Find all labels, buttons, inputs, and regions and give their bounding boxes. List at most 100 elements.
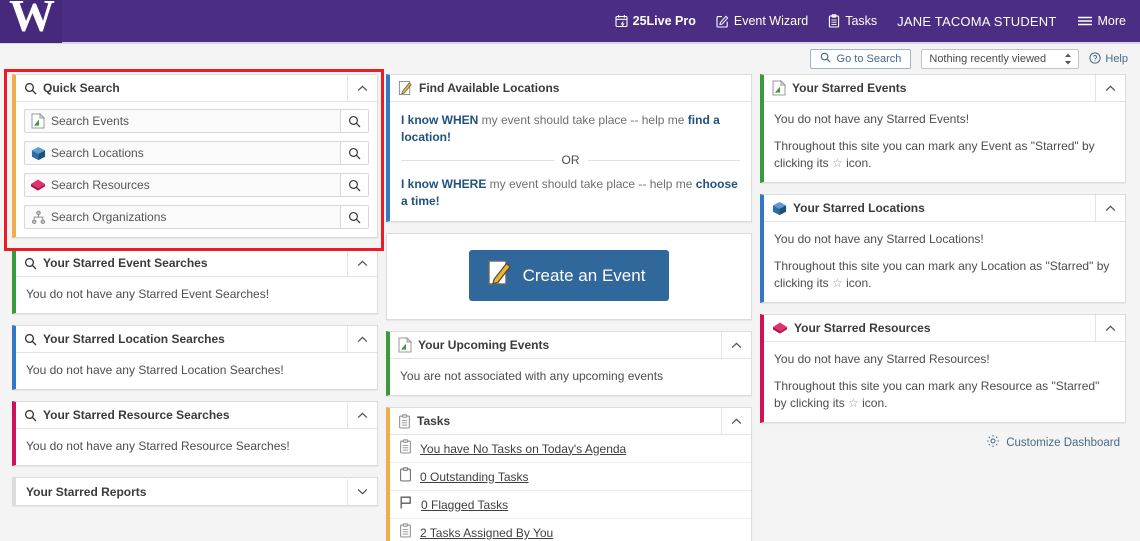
starred-events-header: Your Starred Events [764,75,1125,102]
starred-reports-expand-toggle[interactable] [347,479,377,505]
panel-title: Tasks [417,414,450,428]
search-locations-row[interactable]: Search Locations [24,141,369,165]
starred-hint-text-a: Throughout this site you can mark any Re… [774,379,1099,410]
task-row[interactable]: 0 Flagged Tasks [390,491,751,519]
event-page-icon [25,110,51,132]
empty-message: You do not have any Starred Resource Sea… [26,438,367,455]
nav-item-event-wizard[interactable]: Event Wizard [716,14,808,28]
panel-body: You do not have any Starred Events! Thro… [764,102,1125,182]
starred-hint-text-b: icon. [843,276,872,290]
task-link[interactable]: 2 Tasks Assigned By You [420,526,553,540]
collapse-toggle[interactable] [347,402,377,428]
create-event-button[interactable]: Create an Event [469,250,670,301]
task-link[interactable]: You have No Tasks on Today's Agenda [420,442,626,456]
panel-body: You do not have any Starred Location Sea… [16,353,377,389]
clipboard-list-icon [399,439,412,459]
magnifier-icon [24,409,37,422]
task-row[interactable]: You have No Tasks on Today's Agenda [390,435,751,463]
nav-item-25live-pro[interactable]: 25Live Pro [615,14,696,28]
starred-resource-searches-header: Your Starred Resource Searches [16,402,377,429]
find-locations-header: Find Available Locations [390,75,751,102]
task-row[interactable]: 0 Outstanding Tasks [390,463,751,491]
search-locations-button[interactable] [340,142,368,164]
starred-hint: Throughout this site you can mark any Ev… [774,138,1115,172]
recently-viewed-value: Nothing recently viewed [929,53,1046,65]
starred-hint-text-b: icon. [843,156,872,170]
uw-w-logo[interactable]: W [0,0,62,43]
starred-resource-searches-panel: Your Starred Resource Searches You do no… [12,401,378,466]
customize-dashboard-link[interactable]: Customize Dashboard [760,434,1126,451]
star-icon: ☆ [832,156,843,170]
starred-resources-header: Your Starred Resources [764,315,1125,342]
star-icon: ☆ [848,396,859,410]
customize-dashboard-label: Customize Dashboard [1006,437,1120,449]
search-events-button[interactable] [340,110,368,132]
nav-item-more[interactable]: More [1077,14,1126,28]
resource-diamond-icon [772,321,788,335]
empty-message: You do not have any Starred Location Sea… [26,362,367,379]
collapse-toggle[interactable] [721,332,751,358]
top-navigation: 25Live Pro Event Wizard T [615,0,1140,43]
where-lead: I know WHERE [401,177,486,191]
collapse-toggle[interactable] [1095,195,1125,221]
collapse-toggle[interactable] [347,326,377,352]
find-available-locations-panel: Find Available Locations I know WHEN my … [386,74,752,222]
search-locations-input[interactable]: Search Locations [51,142,340,164]
search-resources-button[interactable] [340,174,368,196]
help-link[interactable]: Help [1089,52,1128,67]
search-organizations-input[interactable]: Search Organizations [51,206,340,228]
collapse-toggle[interactable] [1095,75,1125,101]
search-organizations-button[interactable] [340,206,368,228]
location-cube-icon [772,201,787,216]
go-to-search-button[interactable]: Go to Search [810,49,912,69]
quick-search-header: Quick Search [16,75,377,102]
nav-item-user[interactable]: JANE TACOMA STUDENT [897,14,1056,29]
panel-title: Your Starred Resource Searches [43,408,230,422]
starred-events-panel: Your Starred Events You do not have any … [760,74,1126,183]
panel-body: You do not have any Starred Resource Sea… [16,429,377,465]
quick-search-collapse-toggle[interactable] [347,75,377,101]
panel-body: You do not have any Starred Resources! T… [764,342,1125,422]
upcoming-events-header: Your Upcoming Events [390,332,751,359]
where-mid: my event should take place -- help me [486,177,695,191]
empty-message: You do not have any Starred Event Search… [26,286,367,303]
find-location-where-row[interactable]: I know WHERE my event should take place … [401,176,740,210]
starred-hint: Throughout this site you can mark any Re… [774,378,1115,412]
panel-title: Your Starred Event Searches [43,256,208,270]
starred-resources-panel: Your Starred Resources You do not have a… [760,314,1126,423]
starred-locations-header: Your Starred Locations [764,195,1125,222]
upcoming-events-panel: Your Upcoming Events You are not associa… [386,331,752,396]
collapse-toggle[interactable] [347,250,377,276]
quick-search-title: Quick Search [43,81,120,95]
search-organizations-row[interactable]: Search Organizations [24,205,369,229]
find-location-when-row[interactable]: I know WHEN my event should take place -… [401,112,740,146]
panel-body: You do not have any Starred Locations! T… [764,222,1125,302]
nav-item-tasks[interactable]: Tasks [828,14,877,28]
magnifier-icon [24,333,37,346]
task-link[interactable]: 0 Flagged Tasks [421,498,508,512]
dashboard-column-right: Your Starred Events You do not have any … [760,74,1126,451]
search-resources-row[interactable]: Search Resources [24,173,369,197]
collapse-toggle[interactable] [1095,315,1125,341]
create-event-label: Create an Event [523,266,646,286]
tasks-header: Tasks [390,408,751,435]
help-label: Help [1105,53,1128,65]
task-row[interactable]: 2 Tasks Assigned By You [390,519,751,541]
quick-search-body: Search Events S [16,102,377,237]
search-events-row[interactable]: Search Events [24,109,369,133]
magnifier-icon [24,257,37,270]
clipboard-list-icon [828,14,840,28]
nav-label: More [1098,14,1126,28]
search-resources-input[interactable]: Search Resources [51,174,340,196]
calendar-icon [615,14,628,28]
or-separator: OR [401,153,740,167]
pencil-square-icon [716,14,729,28]
recently-viewed-select[interactable]: Nothing recently viewed [921,49,1079,69]
panel-body: You do not have any Starred Event Search… [16,277,377,313]
find-locations-body: I know WHEN my event should take place -… [390,102,751,221]
collapse-toggle[interactable] [721,408,751,434]
quick-search-panel: Quick Search Search Events [12,74,378,238]
logo-letter: W [9,0,53,37]
task-link[interactable]: 0 Outstanding Tasks [420,470,529,484]
search-events-input[interactable]: Search Events [51,110,340,132]
